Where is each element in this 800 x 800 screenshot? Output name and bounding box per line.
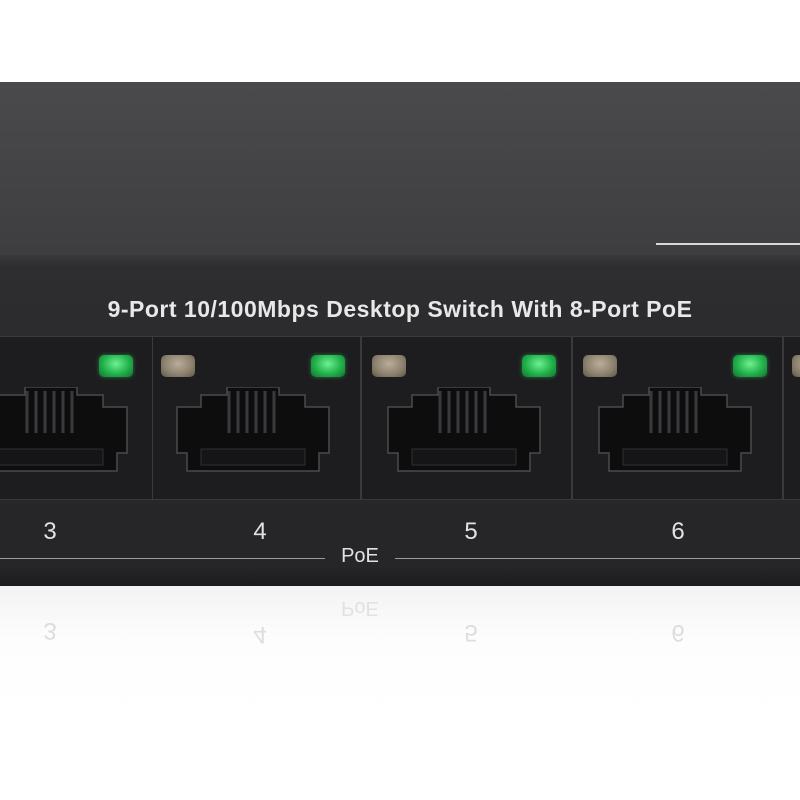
port-cell-5 — [361, 336, 572, 500]
rj45-port-icon[interactable] — [0, 387, 133, 473]
status-led-icon — [733, 355, 767, 377]
top-cover-front-edge — [0, 255, 800, 269]
switch-product-photo: 9-Port 10/100Mbps Desktop Switch With 8-… — [0, 0, 800, 800]
switch-top-cover — [0, 82, 800, 268]
poe-group-line-left — [0, 558, 325, 559]
status-led-icon — [522, 355, 556, 377]
reflected-poe-label: PoE — [341, 597, 379, 619]
status-led-icon — [161, 355, 195, 377]
status-led-icon — [583, 355, 617, 377]
port-number-label: 4 — [253, 518, 267, 545]
port-cell-3 — [0, 336, 153, 500]
status-led-icon — [311, 355, 345, 377]
rj45-port-icon[interactable] — [171, 387, 335, 473]
port-cell-7-partial — [783, 336, 800, 500]
rj45-port-icon[interactable] — [593, 387, 757, 473]
reflected-port-number: 3 — [43, 617, 57, 644]
reflected-port-number: 6 — [671, 619, 685, 646]
status-led-icon — [99, 355, 133, 377]
status-led-icon — [372, 355, 406, 377]
reflected-port-number: 5 — [464, 619, 478, 646]
port-number-label: 6 — [671, 518, 685, 545]
poe-group-label: PoE — [341, 545, 379, 567]
surface-reflection: 3 4 5 6 PoE — [0, 586, 800, 800]
reflected-port-number: 4 — [253, 621, 267, 648]
product-title: 9-Port 10/100Mbps Desktop Switch With 8-… — [107, 296, 693, 322]
port-number-label: 5 — [464, 518, 478, 545]
port-number-label: 3 — [43, 518, 57, 545]
status-led-icon — [792, 355, 800, 377]
poe-group-line-right — [395, 558, 800, 559]
top-cover-edge-highlight — [656, 243, 800, 245]
port-cell-4 — [152, 336, 361, 500]
rj45-port-icon[interactable] — [382, 387, 546, 473]
port-cell-6 — [572, 336, 783, 500]
front-panel-bottom-edge — [0, 566, 800, 586]
